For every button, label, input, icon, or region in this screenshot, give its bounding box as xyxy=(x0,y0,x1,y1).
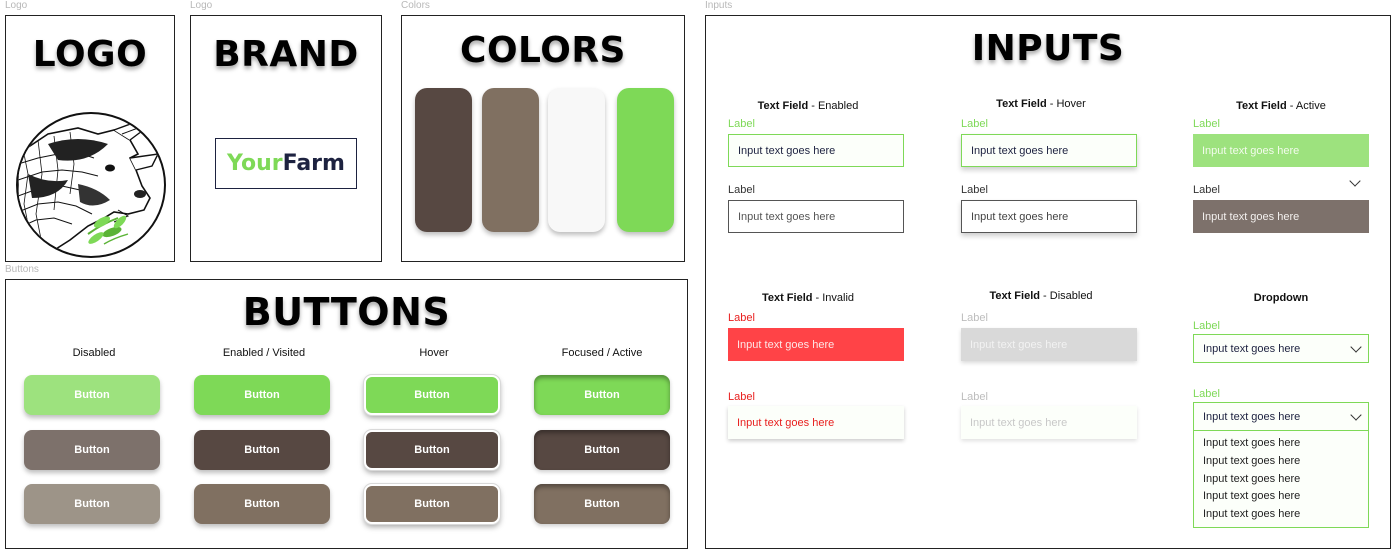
label-enabled-2: Label xyxy=(728,184,755,196)
button-disabled-green[interactable]: Button xyxy=(24,375,160,415)
state-heading-disabled: Disabled xyxy=(72,347,116,359)
dropdown-collapsed[interactable]: Input text goes here xyxy=(1193,334,1369,363)
state-heading-enabled: Enabled / Visited xyxy=(222,347,306,359)
label-hover-2: Label xyxy=(961,184,988,196)
dropdown-option[interactable]: Input text goes here xyxy=(1203,471,1368,489)
buttons-title: BUTTONS xyxy=(242,290,451,334)
button-enabled-taupe[interactable]: Button xyxy=(194,484,330,524)
chevron-down-icon xyxy=(1350,408,1362,421)
label-active-2: Label xyxy=(1193,184,1220,196)
inputs-frame[interactable]: INPUTS Text Field - Enabled Label Input … xyxy=(705,15,1391,549)
brand-wordmark: Your Farm xyxy=(215,138,357,189)
heading-text-field-invalid: Text Field - Invalid xyxy=(761,292,855,304)
button-focused-dark[interactable]: Button xyxy=(534,430,670,470)
chevron-down-icon xyxy=(1350,340,1362,353)
dropdown-options-list: Input text goes here Input text goes her… xyxy=(1193,430,1369,528)
dropdown-expanded-value: Input text goes here xyxy=(1203,410,1301,423)
dropdown-option[interactable]: Input text goes here xyxy=(1203,435,1368,453)
color-swatch-mid-brown xyxy=(482,88,539,232)
dropdown-option[interactable]: Input text goes here xyxy=(1203,506,1368,524)
button-hover-green[interactable]: Button xyxy=(364,375,500,415)
logo-frame[interactable]: LOGO xyxy=(5,15,175,262)
color-swatch-dark-brown xyxy=(415,88,472,232)
button-disabled-taupe[interactable]: Button xyxy=(24,484,160,524)
dropdown-option[interactable]: Input text goes here xyxy=(1203,453,1368,471)
label-enabled-1: Label xyxy=(728,118,755,130)
button-enabled-green[interactable]: Button xyxy=(194,375,330,415)
heading-text-field-disabled: Text Field - Disabled xyxy=(989,290,1093,302)
brand-frame[interactable]: BRAND Your Farm xyxy=(190,15,382,262)
button-disabled-dark[interactable]: Button xyxy=(24,430,160,470)
text-field-enabled-focused[interactable]: Input text goes here xyxy=(728,134,904,167)
button-focused-green[interactable]: Button xyxy=(534,375,670,415)
button-enabled-dark[interactable]: Button xyxy=(194,430,330,470)
label-dropdown-2: Label xyxy=(1193,388,1220,400)
chevron-down-icon xyxy=(1349,175,1361,187)
state-heading-hover: Hover xyxy=(419,347,449,359)
label-active-1: Label xyxy=(1193,118,1220,130)
heading-text-field-active: Text Field - Active xyxy=(1236,100,1326,112)
frame-label-colors: Colors xyxy=(401,0,430,11)
color-swatch-off-white xyxy=(548,88,605,232)
button-hover-dark[interactable]: Button xyxy=(364,430,500,470)
colors-frame[interactable]: COLORS xyxy=(401,15,685,262)
heading-dropdown: Dropdown xyxy=(1253,292,1309,304)
button-hover-taupe[interactable]: Button xyxy=(364,484,500,524)
text-field-invalid[interactable]: Input text goes here xyxy=(728,406,904,439)
button-focused-taupe[interactable]: Button xyxy=(534,484,670,524)
brand-word-farm: Farm xyxy=(282,151,345,176)
text-field-active-green[interactable]: Input text goes here xyxy=(1193,134,1369,167)
text-field-enabled[interactable]: Input text goes here xyxy=(728,200,904,233)
dropdown-expanded[interactable]: Input text goes here xyxy=(1193,402,1369,431)
inputs-title: INPUTS xyxy=(971,28,1125,69)
label-hover-1: Label xyxy=(961,118,988,130)
text-field-invalid-filled[interactable]: Input text goes here xyxy=(728,328,904,361)
colors-title: COLORS xyxy=(460,30,626,71)
label-disabled-2: Label xyxy=(961,391,988,403)
label-invalid-2: Label xyxy=(728,391,755,403)
heading-text-field-enabled: Text Field - Enabled xyxy=(757,100,859,112)
dropdown-option[interactable]: Input text goes here xyxy=(1203,488,1368,506)
color-swatch-green xyxy=(617,88,674,232)
label-disabled-1: Label xyxy=(961,312,988,324)
text-field-active-dark[interactable]: Input text goes here xyxy=(1193,200,1369,233)
text-field-hover[interactable]: Input text goes here xyxy=(961,200,1137,233)
dropdown-collapsed-value: Input text goes here xyxy=(1203,342,1301,355)
state-heading-focused: Focused / Active xyxy=(561,347,643,359)
label-dropdown-1: Label xyxy=(1193,320,1220,332)
text-field-hover-green[interactable]: Input text goes here xyxy=(961,134,1137,167)
frame-label-brand: Logo xyxy=(190,0,213,11)
text-field-disabled-filled: Input text goes here xyxy=(961,328,1137,361)
frame-label-logo: Logo xyxy=(5,0,28,11)
brand-title: BRAND xyxy=(213,34,359,75)
label-invalid-1: Label xyxy=(728,312,755,324)
logo-title: LOGO xyxy=(32,34,148,75)
text-field-disabled: Input text goes here xyxy=(961,406,1137,439)
frame-label-buttons: Buttons xyxy=(5,264,39,275)
cow-logo-image xyxy=(16,112,166,258)
brand-word-your: Your xyxy=(227,151,283,176)
heading-text-field-hover: Text Field - Hover xyxy=(996,98,1086,110)
frame-label-inputs: Inputs xyxy=(705,0,733,11)
buttons-frame[interactable]: BUTTONS Disabled Enabled / Visited Hover… xyxy=(5,279,688,549)
